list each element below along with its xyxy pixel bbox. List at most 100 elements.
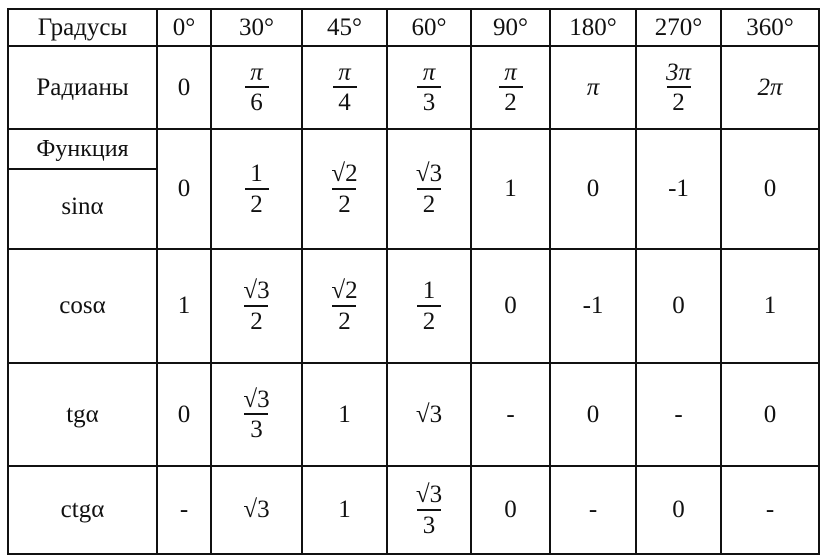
value-text: - bbox=[765, 496, 775, 523]
degrees-label: Градусы bbox=[7, 8, 158, 47]
denominator: 2 bbox=[244, 187, 269, 218]
value-text: 0 bbox=[672, 292, 685, 319]
value-cell: 0 bbox=[549, 128, 637, 250]
fraction: √3 2 bbox=[240, 277, 272, 335]
value-text: -1 bbox=[582, 292, 604, 319]
numerator: 1 bbox=[422, 277, 436, 305]
degree-cell: 45° bbox=[301, 8, 388, 47]
denominator: 2 bbox=[332, 187, 357, 218]
row-label: ctgα bbox=[7, 465, 158, 555]
row-label: tgα bbox=[7, 362, 158, 467]
value-text: -1 bbox=[668, 175, 689, 202]
value-cell: √3 2 bbox=[210, 248, 303, 364]
fraction: π4 bbox=[332, 59, 357, 117]
trig-values-table: Градусы 0° 30° 45° 60° 90° 180° 270° 360° Радиа… bbox=[7, 8, 820, 555]
value-cell: 3π 2 bbox=[635, 45, 722, 130]
value-cell: 0 bbox=[720, 128, 820, 250]
fraction: √2 2 bbox=[328, 277, 360, 335]
value-cell: √3 2 bbox=[386, 128, 472, 250]
value-cell: - bbox=[156, 465, 212, 555]
numerator: √2 bbox=[331, 160, 358, 188]
cos-row: cosα 1 √3 2 √2 2 1 2 0 -1 0 1 bbox=[7, 248, 820, 364]
value-cell: √3 3 bbox=[210, 362, 303, 467]
value-text: 2π bbox=[757, 73, 783, 101]
value-cell: 1 bbox=[156, 248, 212, 364]
degree-cell: 180° bbox=[549, 8, 637, 47]
numerator: √3 bbox=[243, 385, 270, 413]
fraction: 12 bbox=[417, 277, 441, 335]
value-cell: 0 bbox=[635, 248, 722, 364]
fraction: 12 bbox=[244, 160, 269, 218]
value-text: √3 bbox=[243, 496, 270, 523]
denominator: 3 bbox=[416, 508, 441, 539]
value-text: 0 bbox=[504, 292, 517, 319]
fraction: √3 3 bbox=[240, 385, 272, 444]
value-cell: 12 bbox=[386, 248, 472, 364]
value-text: - bbox=[588, 496, 598, 523]
numerator: √3 bbox=[243, 277, 270, 305]
degree-cell: 360° bbox=[720, 8, 820, 47]
denominator: 2 bbox=[416, 187, 441, 218]
denominator: 3 bbox=[417, 86, 441, 116]
value-cell: 0 bbox=[156, 45, 212, 130]
denominator: 2 bbox=[417, 304, 441, 335]
denominator: 3 bbox=[244, 413, 269, 443]
degree-cell: 270° bbox=[635, 8, 722, 47]
value-cell: 12 bbox=[210, 128, 303, 250]
value-cell: π bbox=[549, 45, 637, 130]
fraction: √3 2 bbox=[413, 160, 445, 218]
radians-label: Радианы bbox=[7, 45, 158, 130]
value-text: √3 bbox=[415, 400, 443, 428]
value-cell: √2 2 bbox=[301, 128, 388, 250]
value-cell: π4 bbox=[301, 45, 388, 130]
numerator: 3π bbox=[665, 58, 692, 86]
value-cell: 0 bbox=[470, 248, 551, 364]
fraction: π2 bbox=[498, 58, 523, 117]
row-label: cosα bbox=[7, 248, 158, 364]
value-text: 0 bbox=[177, 73, 191, 101]
numerator: √3 bbox=[415, 160, 443, 188]
radians-row: Радианы 0 π 6 π 4 π 3 π 2 π 3π 2 2π bbox=[7, 45, 820, 130]
value-text: 1 bbox=[177, 292, 191, 319]
function-cell: Функция sinα bbox=[7, 128, 158, 250]
value-cell: -1 bbox=[549, 248, 637, 364]
value-text: 0 bbox=[177, 175, 191, 202]
value-cell: 0 bbox=[549, 362, 637, 467]
numerator: π bbox=[504, 58, 517, 86]
value-cell: 1 bbox=[470, 128, 551, 250]
degree-cell: 60° bbox=[386, 8, 472, 47]
degree-cell: 90° bbox=[470, 8, 551, 47]
value-cell: -1 bbox=[635, 128, 722, 250]
value-text: 0 bbox=[177, 400, 191, 428]
denominator: 2 bbox=[332, 304, 357, 335]
value-cell: 0 bbox=[470, 465, 551, 555]
value-text: - bbox=[179, 496, 189, 523]
value-cell: - bbox=[470, 362, 551, 467]
denominator: 2 bbox=[666, 86, 691, 116]
value-text: 1 bbox=[338, 400, 351, 428]
denominator: 2 bbox=[244, 304, 269, 335]
fraction: √2 2 bbox=[328, 160, 360, 218]
value-cell: 2π bbox=[720, 45, 820, 130]
sin-row: Функция sinα 0 1 2 √2 2 √3 2 1 0 -1 0 bbox=[7, 128, 820, 250]
numerator: √2 bbox=[331, 277, 358, 305]
numerator: 1 bbox=[250, 160, 263, 188]
degree-cell: 30° bbox=[210, 8, 303, 47]
value-text: 0 bbox=[586, 400, 600, 428]
denominator: 2 bbox=[498, 86, 523, 116]
value-text: 1 bbox=[504, 175, 517, 202]
numerator: π bbox=[422, 58, 436, 86]
degrees-row: Градусы 0° 30° 45° 60° 90° 180° 270° 360° bbox=[7, 8, 820, 47]
value-text: 1 bbox=[763, 292, 777, 319]
value-text: - bbox=[506, 400, 515, 428]
value-cell: π2 bbox=[470, 45, 551, 130]
tg-row: tgα 0 √3 3 1 √3-0-0 bbox=[7, 362, 820, 467]
value-cell: √3 3 bbox=[386, 465, 472, 555]
value-cell: π3 bbox=[386, 45, 472, 130]
fraction: 3π 2 bbox=[663, 58, 694, 117]
value-cell: 0 bbox=[156, 128, 212, 250]
value-cell: √3 bbox=[386, 362, 472, 467]
value-cell: 0 bbox=[720, 362, 820, 467]
value-text: 0 bbox=[672, 496, 685, 523]
value-cell: 1 bbox=[720, 248, 820, 364]
